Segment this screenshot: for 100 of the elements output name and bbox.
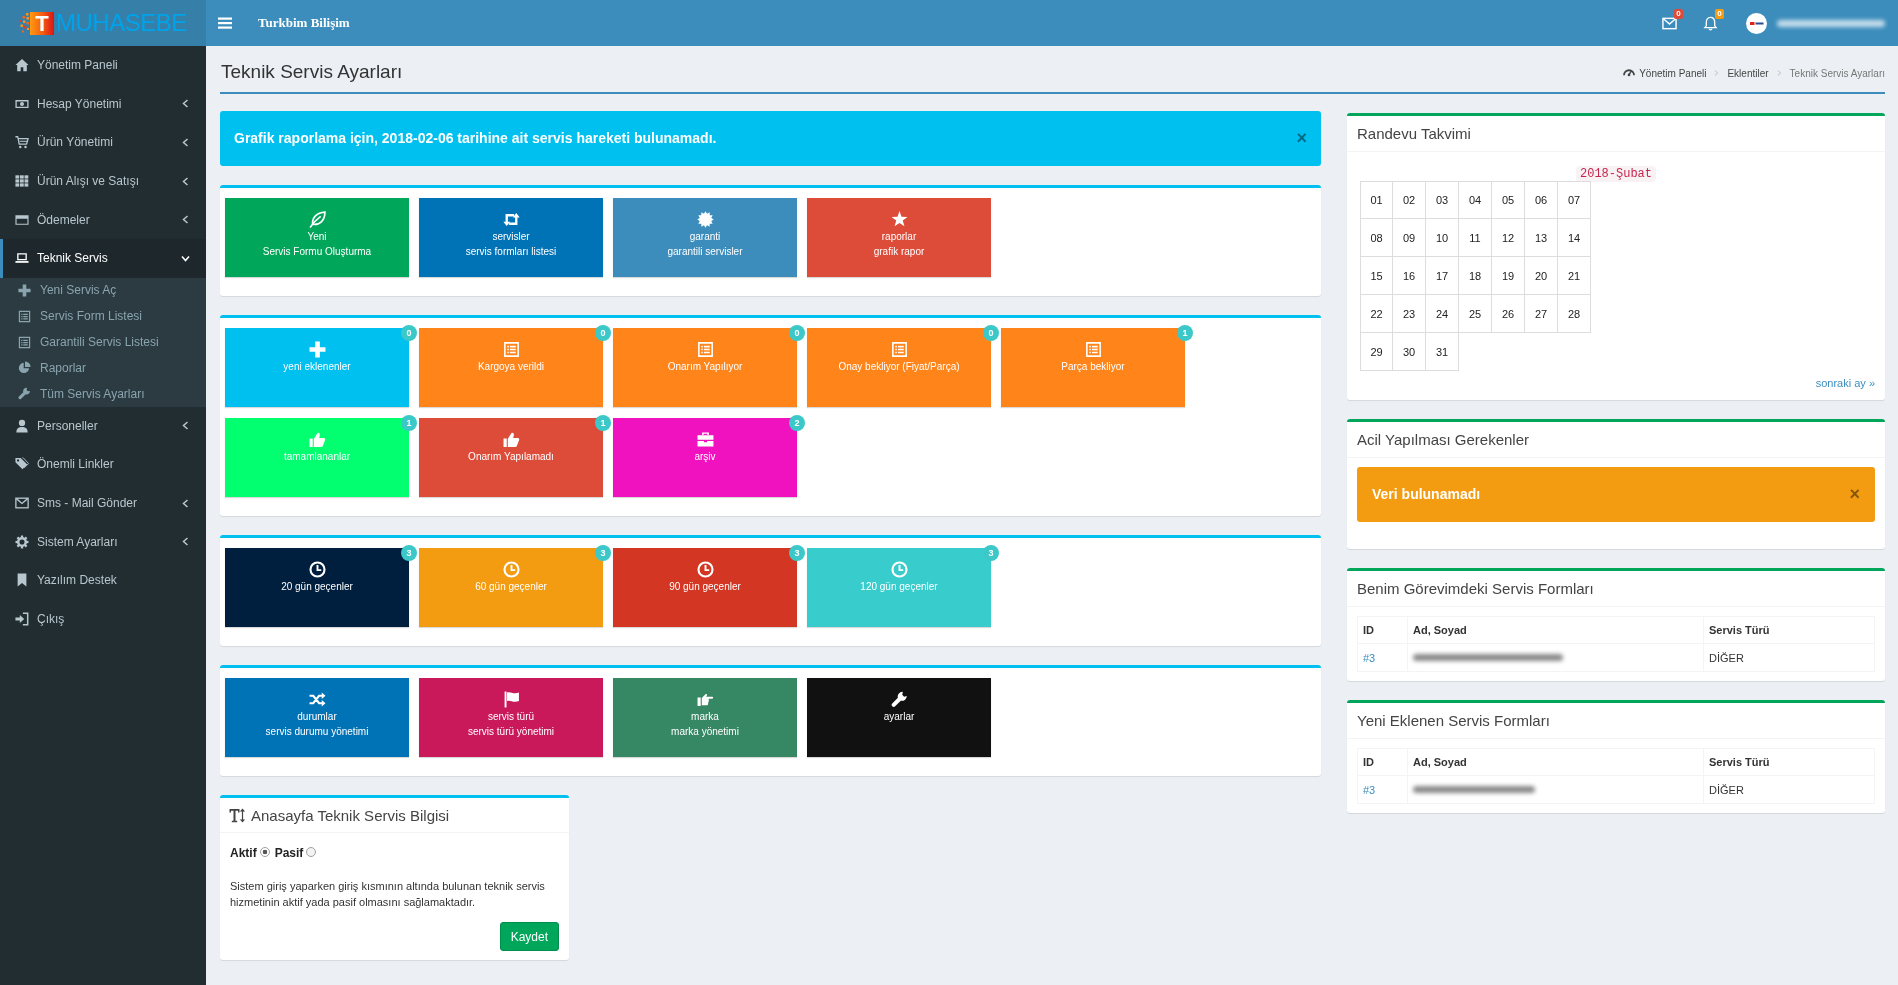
submenu-item[interactable]: Tüm Servis Ayarları (0, 380, 206, 407)
sidebar-item[interactable]: Hesap Yönetimi (0, 84, 206, 124)
page-title: Teknik Servis Ayarları (221, 61, 403, 83)
bookmark-icon (15, 573, 29, 588)
id-link[interactable]: #3 (1363, 783, 1376, 796)
avatar-icon[interactable] (1746, 12, 1767, 34)
submenu-item[interactable]: Yeni Servis Aç (0, 277, 206, 304)
option-label: Pasif (274, 846, 304, 860)
shortcut-tile[interactable]: servisler servis formları listesi (419, 198, 603, 277)
shortcut-tile[interactable]: marka marka yönetimi (613, 678, 797, 757)
bell-icon[interactable] (1703, 15, 1718, 31)
column-header: ID (1357, 616, 1408, 644)
shortcut-tile[interactable]: durumlar servis durumu yönetimi (225, 678, 409, 757)
save-button[interactable]: Kaydet (499, 922, 559, 951)
table-cell: DİĞER (1703, 775, 1875, 804)
calendar-day: 20 (1525, 257, 1558, 295)
logo-text: MUHASEBE (56, 11, 187, 35)
flag-icon (502, 691, 520, 708)
next-month-link[interactable]: sonraki ay » (1815, 377, 1875, 389)
clock-icon (890, 561, 908, 578)
count-badge: 3 (789, 545, 805, 561)
breadcrumb-link[interactable]: Eklentiler (1727, 67, 1769, 79)
sidebar-item[interactable]: Personeller (0, 406, 206, 446)
chevron-right-icon (1714, 70, 1720, 76)
column-header: Servis Türü (1703, 748, 1875, 776)
close-button[interactable]: × (1849, 484, 1860, 503)
text-height-icon (229, 807, 245, 823)
calendar-day: 06 (1525, 181, 1558, 219)
home-icon (15, 58, 29, 73)
shortcut-tile[interactable]: Yeni Servis Formu Oluşturma (225, 198, 409, 277)
shortcut-tile[interactable]: raporlar grafik rapor (807, 198, 991, 277)
user-icon (15, 418, 29, 433)
close-button[interactable]: × (1296, 128, 1307, 147)
calendar-day: 07 (1558, 181, 1591, 219)
thumbs-up-icon (308, 431, 326, 448)
radio-button[interactable] (259, 847, 270, 857)
menu-icon[interactable] (218, 17, 232, 29)
calendar-day: 21 (1558, 257, 1591, 295)
plus-icon (18, 283, 31, 297)
calendar-day: 30 (1393, 333, 1426, 371)
calendar-day: 24 (1426, 295, 1459, 333)
sign-in-icon (15, 611, 29, 626)
envelope-icon[interactable] (1662, 15, 1677, 31)
count-badge: 2 (789, 415, 805, 431)
calendar-day: 27 (1525, 295, 1558, 333)
gear-icon (15, 534, 29, 549)
calendar-day: 17 (1426, 257, 1459, 295)
sidebar-item[interactable]: Sms - Mail Gönder (0, 483, 206, 523)
wrench-icon (18, 387, 31, 401)
count-badge: 1 (401, 415, 417, 431)
panel-title: Acil Yapılması Gerekenler (1357, 431, 1530, 448)
sidebar-item[interactable]: Ödemeler (0, 200, 206, 239)
submenu-item[interactable]: Servis Form Listesi (0, 303, 206, 330)
calendar-day: 03 (1426, 181, 1459, 219)
panel-title: Randevu Takvimi (1357, 125, 1471, 142)
plus-icon (308, 341, 326, 358)
shortcut-tile[interactable]: garanti garantili servisler (613, 198, 797, 277)
current-page-text: Teknik Servis Ayarları (1789, 67, 1885, 79)
sidebar-item[interactable]: Ürün Alışı ve Satışı (0, 161, 206, 201)
shortcut-tile[interactable]: ayarlar (807, 678, 991, 757)
radio-button[interactable] (306, 847, 317, 857)
id-link[interactable]: #3 (1363, 651, 1376, 664)
chevron-right-icon (1776, 70, 1782, 76)
breadcrumb-link[interactable]: Yönetim Paneli (1639, 67, 1707, 79)
pixel-dots-icon (18, 12, 30, 34)
calendar-day: 15 (1360, 257, 1393, 295)
list-icon (890, 341, 908, 358)
list-icon (1084, 341, 1102, 358)
count-badge: 0 (983, 325, 999, 341)
count-badge: 0 (1674, 8, 1683, 19)
calendar-day: 14 (1558, 219, 1591, 257)
count-badge: 3 (983, 545, 999, 561)
submenu-item[interactable]: Garantili Servis Listesi (0, 329, 206, 355)
clock-icon (502, 561, 520, 578)
company-name: Turkbim Bilişim (258, 15, 350, 31)
calendar-day: 18 (1459, 257, 1492, 295)
sidebar-item[interactable]: Teknik Servis (0, 238, 206, 278)
count-badge: 0 (789, 325, 805, 341)
calendar-day: 05 (1492, 181, 1525, 219)
sidebar-item[interactable]: Yönetim Paneli (0, 46, 206, 85)
sidebar-item[interactable]: Sistem Ayarları (0, 522, 206, 561)
grid-icon (15, 174, 29, 189)
briefcase-icon (696, 431, 714, 448)
sidebar-item[interactable]: Ürün Yönetimi (0, 123, 206, 162)
panel-title: Anasayfa Teknik Servis Bilgisi (251, 806, 450, 824)
laptop-icon (15, 251, 29, 266)
calendar-day: 12 (1492, 219, 1525, 257)
pie-chart-icon (18, 361, 31, 375)
column-header: ID (1357, 748, 1408, 776)
sidebar-item[interactable]: Çıkış (0, 599, 206, 639)
sidebar-item[interactable]: Yazılım Destek (0, 560, 206, 600)
calendar-day: 01 (1360, 181, 1393, 219)
submenu-item[interactable]: Raporlar (0, 354, 206, 381)
count-badge: 3 (595, 545, 611, 561)
shortcut-tile[interactable]: servis türü servis türü yönetimi (419, 678, 603, 757)
calendar-day: 08 (1360, 219, 1393, 257)
envelope-icon (15, 496, 29, 511)
description-text: Sistem giriş yaparken giriş kısmının altında bulunan teknik servis hizmetinin aktif yada pasif olmasını sağlamaktadır. (230, 879, 546, 910)
credit-card-icon (15, 212, 29, 227)
sidebar-item[interactable]: Önemli Linkler (0, 445, 206, 484)
